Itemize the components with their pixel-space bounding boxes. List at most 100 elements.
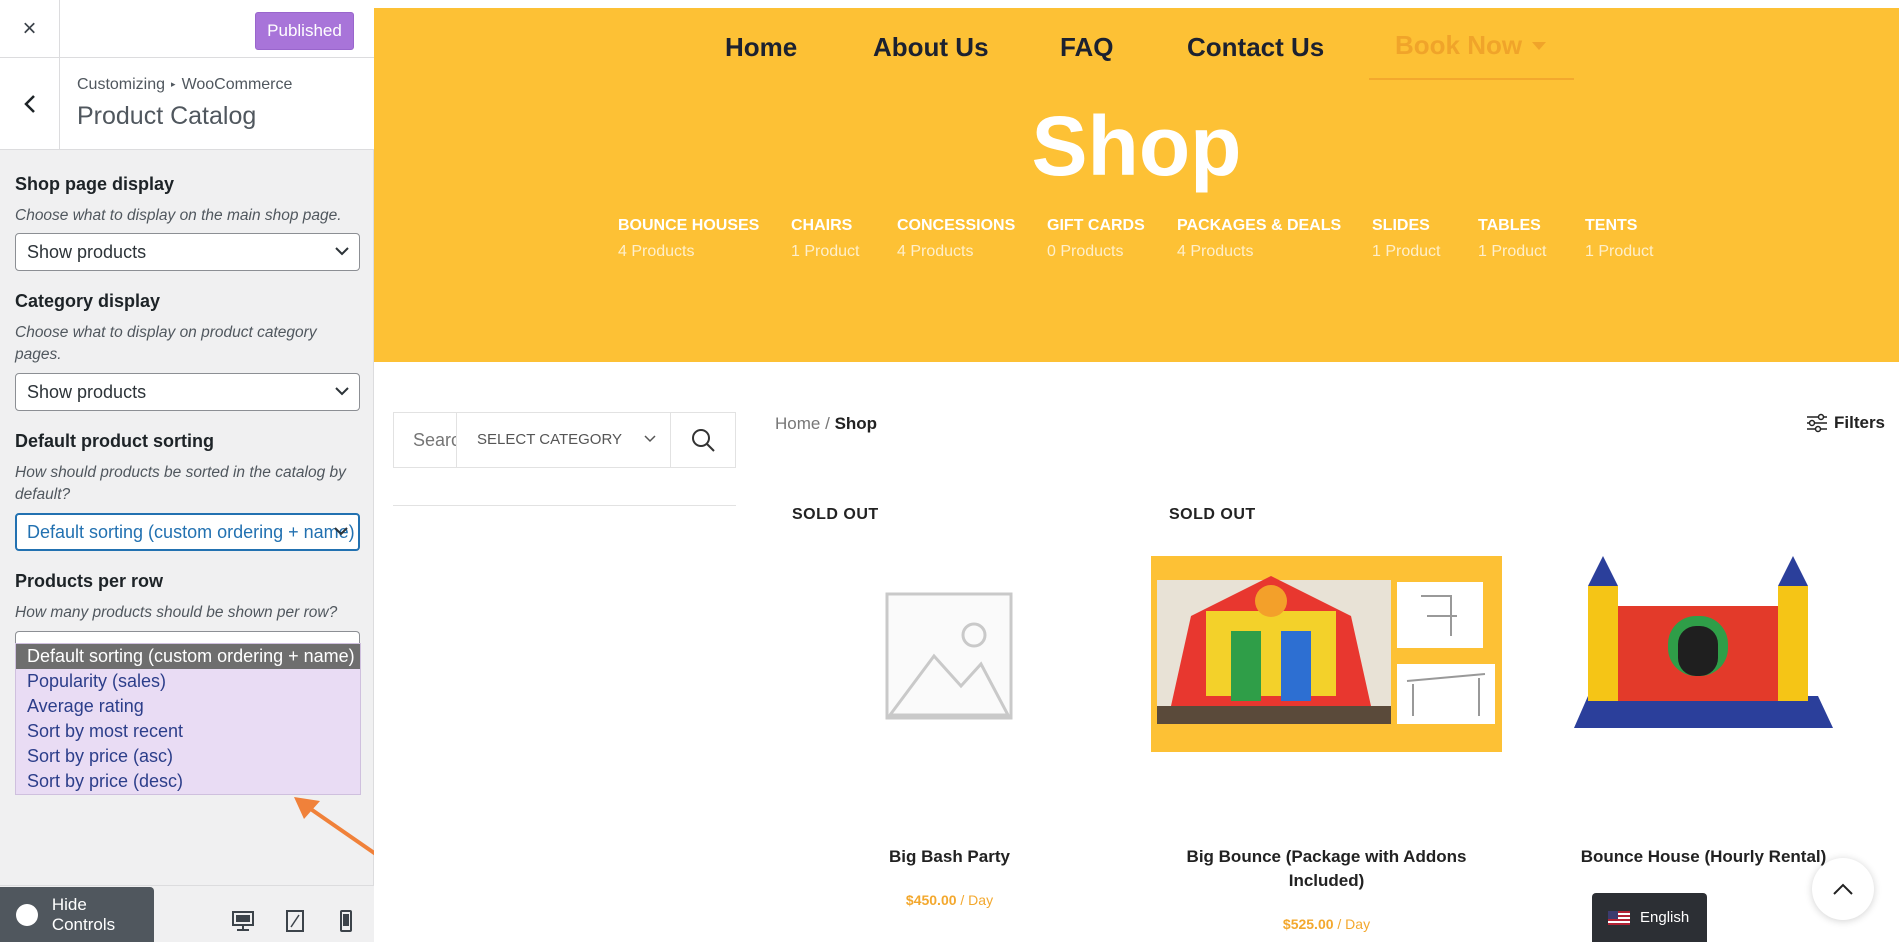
category-link[interactable]: PACKAGES & DEALS 4 Products [1177, 217, 1341, 261]
annotation-arrow-icon [294, 797, 382, 859]
category-name: GIFT CARDS [1047, 217, 1145, 234]
sorting-dropdown-list: Default sorting (custom ordering + name)… [15, 643, 361, 795]
category-count: 4 Products [1177, 243, 1254, 260]
scroll-to-top-button[interactable] [1812, 858, 1874, 920]
chevron-down-icon [644, 435, 656, 443]
page-title: Shop [1031, 99, 1242, 193]
language-switcher[interactable]: English [1592, 893, 1707, 942]
category-link[interactable]: TABLES 1 Product [1478, 217, 1546, 261]
panel-title: Product Catalog [77, 102, 257, 130]
sold-out-badge: SOLD OUT [792, 506, 879, 523]
category-count: 4 Products [897, 243, 974, 260]
us-flag-icon [1608, 910, 1630, 925]
shop-display-value: Show products [27, 242, 147, 262]
category-link[interactable]: CHAIRS 1 Product [791, 217, 859, 261]
default-sorting-select[interactable]: Default sorting (custom ordering + name) [15, 513, 360, 551]
shop-breadcrumb: Home / Shop [775, 414, 877, 434]
products-per-row-description: How many products should be shown per ro… [15, 604, 338, 621]
category-link[interactable]: SLIDES 1 Product [1372, 217, 1440, 261]
search-category-label: SELECT CATEGORY [477, 431, 623, 448]
book-now-label: Book Now [1395, 30, 1523, 60]
mobile-preview-icon[interactable] [333, 908, 359, 934]
shop-display-title: Shop page display [15, 174, 175, 194]
product-image[interactable] [1151, 556, 1502, 752]
filters-button[interactable]: Filters [1806, 413, 1885, 433]
category-link[interactable]: BOUNCE HOUSES 4 Products [618, 217, 759, 261]
category-count: 1 Product [1585, 243, 1654, 260]
category-count: 0 Products [1047, 243, 1124, 260]
tablet-preview-icon[interactable] [282, 908, 308, 934]
caret-down-icon [1532, 42, 1547, 50]
default-sorting-description: How should products be sorted in the cat… [15, 464, 346, 503]
customizer-header-bar: × Published [0, 0, 374, 58]
close-customizer-button[interactable]: × [0, 0, 60, 58]
category-count: 1 Product [1478, 243, 1547, 260]
search-input[interactable] [394, 413, 457, 467]
sorting-option[interactable]: Average rating [16, 694, 360, 719]
product-price: $450.00 / Day [774, 892, 1125, 908]
price-unit: / Day [956, 892, 994, 908]
category-display-select[interactable]: Show products [15, 373, 360, 411]
category-name: BOUNCE HOUSES [618, 217, 760, 234]
chevron-left-icon [23, 95, 35, 113]
category-display-title: Category display [15, 291, 161, 311]
breadcrumb-root: Customizing [77, 76, 166, 93]
chevron-up-icon [1833, 883, 1853, 895]
nav-home[interactable]: Home [725, 32, 797, 63]
panel-header: Customizing ▸ WooCommerce Product Catalog [0, 58, 374, 150]
sold-out-badge: SOLD OUT [1169, 506, 1256, 523]
search-button[interactable] [671, 413, 735, 467]
category-display-description: Choose what to display on product catego… [15, 324, 317, 363]
breadcrumb-home[interactable]: Home [775, 414, 820, 433]
shop-display-select[interactable]: Show products [15, 233, 360, 271]
product-image[interactable] [774, 556, 1125, 752]
breadcrumb-current: Shop [834, 414, 878, 433]
category-name: CHAIRS [791, 217, 853, 234]
shop-display-description: Choose what to display on the main shop … [15, 207, 342, 224]
language-label: English [1640, 909, 1690, 926]
publish-button[interactable]: Published [255, 12, 354, 50]
sidebar-divider [393, 505, 736, 506]
category-count: 1 Product [791, 243, 860, 260]
category-count: 1 Product [1372, 243, 1441, 260]
nav-contact[interactable]: Contact Us [1187, 32, 1324, 63]
default-sorting-value: Default sorting (custom ordering + name) [27, 522, 355, 542]
hide-controls-button[interactable]: Hide Controls [0, 887, 154, 942]
price-unit: / Day [1333, 916, 1371, 932]
sorting-option[interactable]: Sort by price (asc) [16, 744, 360, 769]
back-button[interactable] [0, 58, 60, 150]
nav-book-now[interactable]: Book Now [1369, 20, 1574, 80]
products-per-row-title: Products per row [15, 571, 164, 591]
sorting-option[interactable]: Popularity (sales) [16, 669, 360, 694]
sorting-option[interactable]: Default sorting (custom ordering + name) [16, 644, 360, 669]
bounce-house-image-icon [1574, 556, 1833, 728]
search-icon [692, 429, 715, 452]
category-link[interactable]: CONCESSIONS 4 Products [897, 217, 1015, 261]
nav-about[interactable]: About Us [873, 32, 989, 63]
category-name: CONCESSIONS [897, 217, 1016, 234]
category-count: 4 Products [618, 243, 695, 260]
product-title[interactable]: Big Bounce (Package with Addons Included… [1151, 845, 1502, 893]
chevron-down-icon [335, 387, 349, 396]
image-placeholder-icon [885, 592, 1013, 720]
sliders-icon [1807, 413, 1827, 433]
desktop-preview-icon[interactable] [230, 908, 256, 934]
search-category-select[interactable]: SELECT CATEGORY [457, 413, 671, 467]
filters-label: Filters [1834, 413, 1886, 432]
sorting-option[interactable]: Sort by most recent [16, 719, 360, 744]
bounce-package-image-icon [1151, 556, 1502, 752]
product-title[interactable]: Big Bash Party [774, 845, 1125, 869]
product-price: $525.00 / Day [1151, 916, 1502, 932]
nav-faq[interactable]: FAQ [1060, 32, 1113, 63]
price-amount: $450.00 [905, 892, 957, 908]
category-name: TENTS [1585, 217, 1638, 234]
customizer-breadcrumb: Customizing ▸ WooCommerce [77, 76, 292, 94]
sorting-option[interactable]: Sort by price (desc) [16, 769, 360, 794]
site-preview: Home About Us FAQ Contact Us Book Now Sh… [374, 0, 1899, 942]
customizer-sidebar: × Published Customizing ▸ WooCommerce Prod… [0, 0, 382, 942]
category-link[interactable]: GIFT CARDS 0 Products [1047, 217, 1145, 261]
breadcrumb-arrow-icon: ▸ [171, 79, 176, 89]
product-image[interactable] [1528, 556, 1879, 752]
category-name: SLIDES [1372, 217, 1430, 234]
category-link[interactable]: TENTS 1 Product [1585, 217, 1653, 261]
